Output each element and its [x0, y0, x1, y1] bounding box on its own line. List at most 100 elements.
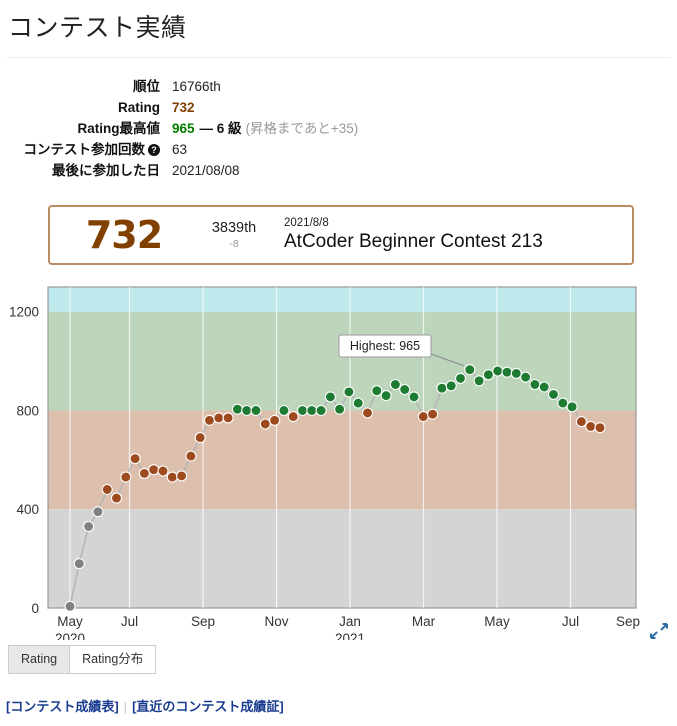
- chart-data-point[interactable]: [148, 464, 160, 476]
- chart-data-point[interactable]: [575, 416, 587, 428]
- chart-band-green: [48, 311, 636, 411]
- chart-data-point[interactable]: [566, 401, 578, 413]
- chart-data-point[interactable]: [120, 471, 132, 483]
- chart-data-point[interactable]: [408, 391, 420, 403]
- chart-data-point[interactable]: [585, 420, 597, 433]
- chart-xtick-label: Jul: [121, 614, 138, 629]
- chart-data-point[interactable]: [222, 412, 234, 424]
- chart-data-point[interactable]: [529, 378, 541, 391]
- chart-data-point[interactable]: [324, 391, 336, 403]
- chart-data-point[interactable]: [464, 364, 476, 376]
- latest-contest-rating-diff: -8: [229, 238, 239, 251]
- chart-xtick-sublabel: 2021: [335, 631, 365, 640]
- chart-data-point[interactable]: [557, 397, 569, 409]
- chart-data-point[interactable]: [176, 470, 188, 482]
- tab-rating-distribution[interactable]: Rating分布: [70, 645, 157, 674]
- last-contest-date-value: 2021/08/08: [172, 163, 240, 178]
- chart-data-point[interactable]: [492, 365, 504, 377]
- tab-rating[interactable]: Rating: [8, 645, 71, 674]
- chart-data-point[interactable]: [287, 411, 299, 423]
- chart-band-gray: [48, 509, 636, 608]
- chart-data-point[interactable]: [241, 404, 253, 417]
- chart-data-point[interactable]: [157, 465, 169, 477]
- chart-data-point[interactable]: [306, 404, 318, 417]
- chart-data-point[interactable]: [101, 483, 113, 496]
- link-contest-results-table[interactable]: [コンテスト成績表]: [6, 699, 119, 714]
- footer-links[interactable]: [コンテスト成績表] | [直近のコンテスト成績証]: [6, 696, 284, 715]
- stat-label-text: コンテスト参加回数: [23, 142, 146, 157]
- chart-data-point[interactable]: [501, 366, 513, 378]
- latest-contest-place: 3839th: [211, 219, 257, 236]
- stat-value-highest-rating: 965 — 6 級 (昇格まであと+35): [172, 118, 358, 139]
- chart-annotation-label: Highest: 965: [350, 339, 420, 353]
- chart-data-point[interactable]: [547, 388, 560, 400]
- chart-data-point[interactable]: [129, 453, 141, 465]
- help-question-icon[interactable]: ?: [148, 144, 160, 156]
- chart-data-point[interactable]: [473, 375, 485, 387]
- link-recent-contest-certificate[interactable]: [直近のコンテスト成績証]: [132, 699, 284, 714]
- chart-data-point[interactable]: [417, 411, 429, 423]
- chart-data-point[interactable]: [510, 367, 522, 379]
- chart-data-point[interactable]: [520, 371, 532, 383]
- chart-xtick-label: Jul: [562, 614, 579, 629]
- chart-data-point[interactable]: [361, 407, 374, 419]
- chart-ytick-label: 800: [16, 403, 39, 418]
- chart-data-point[interactable]: [250, 404, 262, 417]
- chart-data-point[interactable]: [92, 506, 104, 518]
- rating-chart-svg[interactable]: 0 400 800 1200 May 2020 Jul Sep Nov Jan 2021 Mar May…: [0, 280, 677, 640]
- page-title: コンテスト実績: [8, 14, 187, 42]
- chart-data-point[interactable]: [269, 414, 281, 426]
- chart-data-point[interactable]: [185, 450, 197, 462]
- chart-ytick-label: 400: [16, 502, 39, 517]
- chart-data-point[interactable]: [278, 404, 290, 417]
- stat-label-last-contest-date: 最後に参加した日: [0, 160, 172, 181]
- table-row: 最後に参加した日 2021/08/08: [0, 160, 358, 181]
- chart-data-point[interactable]: [231, 403, 243, 415]
- chart-data-point[interactable]: [110, 492, 123, 504]
- chart-data-point[interactable]: [594, 422, 606, 434]
- chart-data-point[interactable]: [380, 390, 392, 402]
- chart-data-point[interactable]: [194, 432, 206, 444]
- chart-data-point[interactable]: [436, 382, 448, 394]
- chart-data-point[interactable]: [138, 467, 150, 479]
- chart-band-cyan: [48, 287, 636, 312]
- chart-data-point[interactable]: [371, 385, 383, 397]
- chart-data-point[interactable]: [166, 471, 178, 483]
- chart-data-point[interactable]: [343, 386, 355, 398]
- chart-data-point[interactable]: [315, 404, 327, 417]
- stat-label-text: Rating: [118, 100, 160, 115]
- rating-history-chart[interactable]: 0 400 800 1200 May 2020 Jul Sep Nov Jan 2021 Mar May…: [0, 280, 677, 640]
- chart-data-point[interactable]: [482, 369, 494, 381]
- chart-xtick-label: Jan: [339, 614, 361, 629]
- chart-data-point[interactable]: [213, 412, 225, 424]
- chart-data-point[interactable]: [83, 520, 95, 533]
- stat-label-contest-count: コンテスト参加回数?: [0, 139, 172, 160]
- chart-data-point[interactable]: [399, 383, 411, 396]
- stat-value-rank: 16766th: [172, 76, 358, 97]
- chart-data-point[interactable]: [389, 378, 401, 391]
- chart-data-point[interactable]: [296, 404, 309, 417]
- stat-value-last-contest-date: 2021/08/08: [172, 160, 358, 181]
- stat-label-rank: 順位: [0, 76, 172, 97]
- chart-data-point[interactable]: [203, 414, 216, 426]
- latest-contest-rank-column: 3839th -8: [198, 220, 270, 251]
- chart-data-point[interactable]: [259, 418, 271, 430]
- chart-data-point[interactable]: [73, 558, 85, 570]
- chart-data-point[interactable]: [64, 600, 76, 612]
- stat-value-contest-count: 63: [172, 139, 358, 160]
- kyu-rank-label: — 6 級: [199, 121, 242, 136]
- expand-diagonal-icon[interactable]: [649, 622, 669, 640]
- latest-contest-card: 732 3839th -8 2021/8/8 AtCoder Beginner …: [48, 205, 634, 265]
- chart-data-point[interactable]: [352, 397, 364, 409]
- chart-data-point[interactable]: [538, 381, 550, 393]
- chart-tab-bar[interactable]: Rating Rating分布: [8, 645, 157, 674]
- chart-data-point[interactable]: [454, 372, 467, 384]
- chart-xtick-label: May: [57, 614, 83, 629]
- chart-data-point[interactable]: [334, 403, 346, 415]
- chart-data-point[interactable]: [427, 408, 439, 420]
- rank-value: 16766th: [172, 79, 221, 94]
- chart-ytick-label: 1200: [9, 305, 39, 320]
- chart-data-point[interactable]: [445, 380, 457, 392]
- highest-rating-value: 965: [172, 121, 195, 136]
- chart-xtick-label: Mar: [412, 614, 436, 629]
